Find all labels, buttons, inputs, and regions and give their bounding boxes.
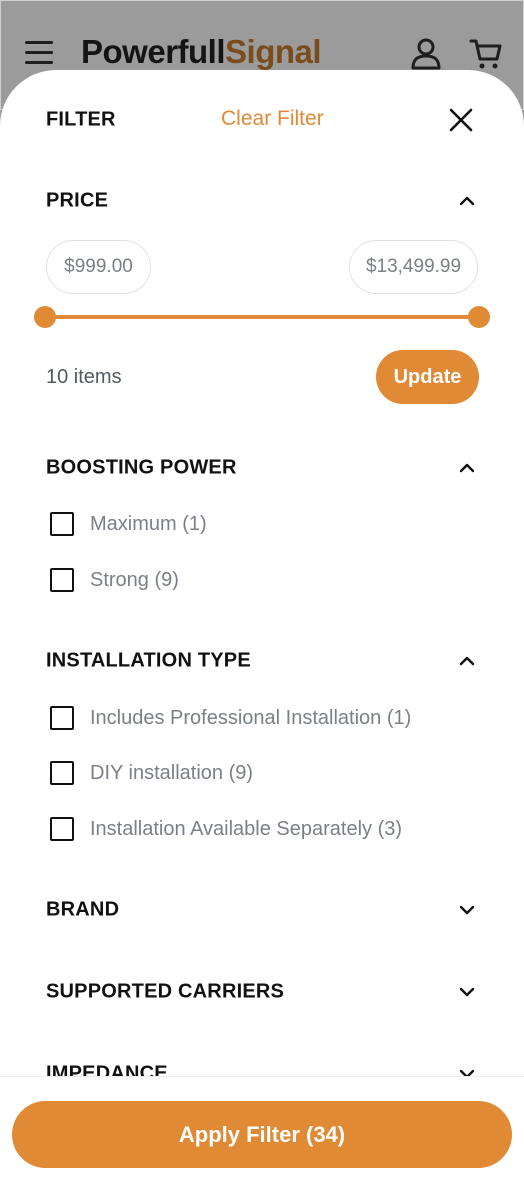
- option-label: DIY installation (9): [90, 761, 254, 784]
- update-button[interactable]: Update: [376, 350, 479, 404]
- checkbox-option[interactable]: DIY installation (9): [50, 760, 253, 786]
- checkbox[interactable]: [50, 706, 74, 730]
- user-icon[interactable]: [409, 37, 443, 71]
- apply-filter-button[interactable]: Apply Filter (34): [12, 1101, 512, 1168]
- option-label: Installation Available Separately (3): [90, 817, 403, 840]
- checkbox-option[interactable]: Includes Professional Installation (1): [50, 705, 411, 731]
- brand-logo-part1: Powerfull: [81, 33, 226, 70]
- checkbox[interactable]: [50, 817, 74, 841]
- hamburger-menu-icon[interactable]: [25, 41, 53, 65]
- slider-max-handle[interactable]: [468, 306, 490, 328]
- brand-logo-part2: Signal: [225, 33, 322, 70]
- cart-icon[interactable]: [469, 37, 503, 71]
- supported-carriers-section-header[interactable]: SUPPORTED CARRIERS: [46, 977, 478, 1007]
- supported-carriers-title: SUPPORTED CARRIERS: [46, 980, 285, 1003]
- installation-type-section-header[interactable]: INSTALLATION TYPE: [46, 646, 478, 676]
- option-label: Maximum (1): [90, 512, 207, 535]
- slider-track: [45, 315, 479, 319]
- slider-min-handle[interactable]: [34, 306, 56, 328]
- chevron-down-icon[interactable]: [456, 981, 478, 1003]
- brand-section-header[interactable]: BRAND: [46, 895, 478, 925]
- price-min-field[interactable]: $999.00: [46, 240, 151, 294]
- checkbox[interactable]: [50, 512, 74, 536]
- items-count: 10 items: [46, 366, 122, 388]
- option-label: Strong (9): [90, 568, 179, 591]
- price-section-header[interactable]: PRICE: [46, 186, 478, 216]
- installation-type-title: INSTALLATION TYPE: [46, 649, 251, 672]
- checkbox[interactable]: [50, 761, 74, 785]
- clear-filter-link[interactable]: Clear Filter: [221, 107, 324, 131]
- filter-title: FILTER: [46, 108, 116, 131]
- option-label: Includes Professional Installation (1): [90, 706, 412, 729]
- close-icon[interactable]: [448, 107, 474, 133]
- price-range-slider[interactable]: [34, 306, 490, 328]
- checkbox[interactable]: [50, 568, 74, 592]
- checkbox-option[interactable]: Maximum (1): [50, 511, 207, 537]
- chevron-up-icon[interactable]: [456, 190, 478, 212]
- checkbox-option[interactable]: Installation Available Separately (3): [50, 816, 402, 842]
- chevron-up-icon[interactable]: [456, 650, 478, 672]
- price-max-field[interactable]: $13,499.99: [349, 240, 478, 294]
- brand-title: BRAND: [46, 898, 120, 921]
- boosting-power-title: BOOSTING POWER: [46, 456, 237, 479]
- checkbox-option[interactable]: Strong (9): [50, 567, 179, 593]
- chevron-down-icon[interactable]: [456, 899, 478, 921]
- chevron-up-icon[interactable]: [456, 457, 478, 479]
- filter-footer: Apply Filter (34): [0, 1076, 524, 1190]
- filter-panel: FILTER Clear Filter PRICE $999.00 $13,49…: [0, 70, 524, 1190]
- brand-logo[interactable]: PowerfullSignal: [81, 33, 322, 71]
- price-title: PRICE: [46, 189, 109, 212]
- boosting-power-section-header[interactable]: BOOSTING POWER: [46, 453, 478, 483]
